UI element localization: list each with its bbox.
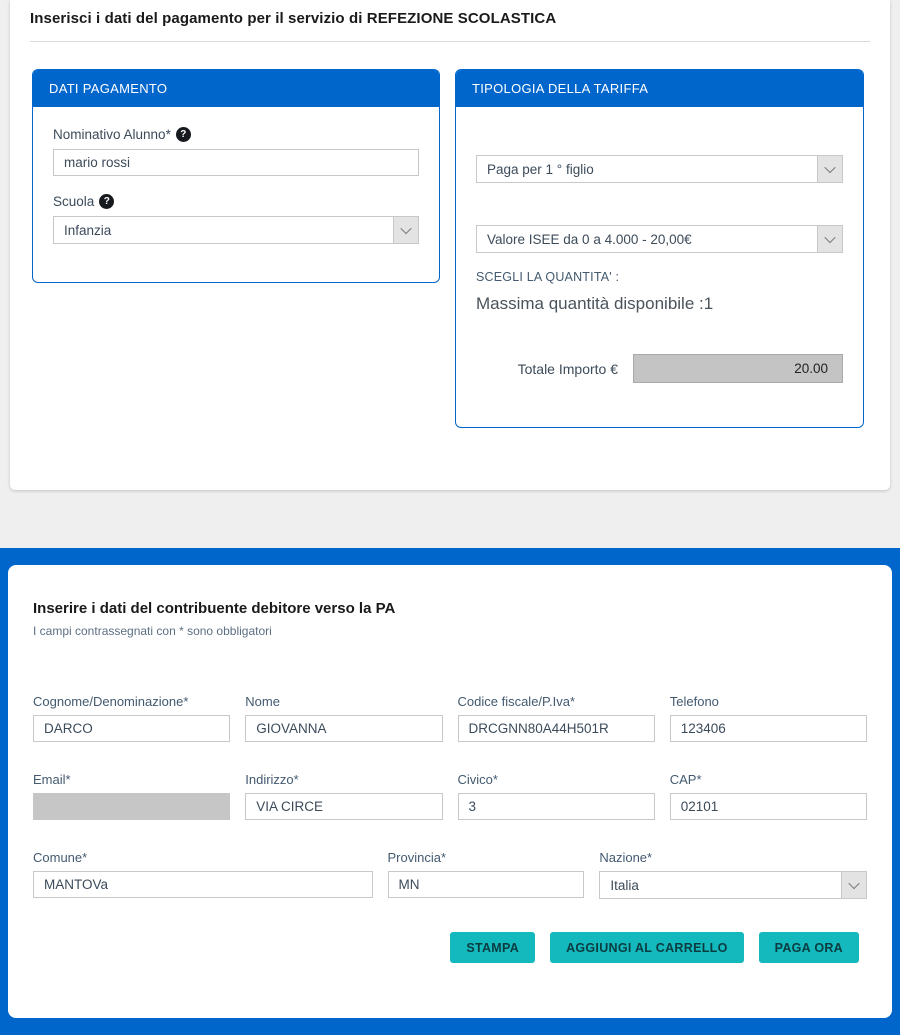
chevron-down-icon xyxy=(848,878,859,889)
codice-fiscale-field-group: Codice fiscale/P.Iva* xyxy=(458,694,655,742)
cap-label: CAP* xyxy=(670,772,867,787)
debtor-card: Inserire i dati del contribuente debitor… xyxy=(8,565,892,1018)
select-dropdown-button xyxy=(817,226,842,252)
nazione-select-value: Italia xyxy=(600,878,841,893)
cognome-field-group: Cognome/Denominazione* xyxy=(33,694,230,742)
indirizzo-input[interactable] xyxy=(245,793,442,820)
form-row-2: Email* Indirizzo* Civico* CAP* xyxy=(33,772,867,820)
tipologia-tariffa-header: TIPOLOGIA DELLA TARIFFA xyxy=(456,70,863,107)
help-icon[interactable]: ? xyxy=(176,127,191,142)
tipologia-tariffa-body: Paga per 1 ° figlio Valore ISEE da 0 a 4… xyxy=(456,107,863,403)
civico-input[interactable] xyxy=(458,793,655,820)
scuola-label-text: Scuola xyxy=(53,194,94,209)
cognome-label: Cognome/Denominazione* xyxy=(33,694,230,709)
figlio-select-value: Paga per 1 ° figlio xyxy=(477,162,817,177)
action-buttons-row: STAMPA AGGIUNGI AL CARRELLO PAGA ORA xyxy=(33,932,867,963)
dati-pagamento-body: Nominativo Alunno* ? Scuola ? Infanzia xyxy=(33,107,439,264)
telefono-label: Telefono xyxy=(670,694,867,709)
form-row-1: Cognome/Denominazione* Nome Codice fisca… xyxy=(33,694,867,742)
debtor-form: Cognome/Denominazione* Nome Codice fisca… xyxy=(25,694,875,963)
max-quantity-text: Massima quantità disponibile :1 xyxy=(476,294,843,314)
page-title: Inserisci i dati del pagamento per il se… xyxy=(30,10,870,27)
debtor-subtitle: I campi contrassegnati con * sono obblig… xyxy=(25,624,875,638)
scuola-select[interactable]: Infanzia xyxy=(53,216,419,244)
comune-field-group: Comune* xyxy=(33,850,373,899)
comune-label: Comune* xyxy=(33,850,373,865)
civico-label: Civico* xyxy=(458,772,655,787)
select-dropdown-button xyxy=(393,217,418,243)
comune-input[interactable] xyxy=(33,871,373,898)
form-row-3: Comune* Provincia* Nazione* Italia xyxy=(33,850,867,899)
email-input[interactable] xyxy=(33,793,230,820)
nazione-field-group: Nazione* Italia xyxy=(599,850,867,899)
provincia-field-group: Provincia* xyxy=(388,850,585,899)
quantity-label: SCEGLI LA QUANTITA' : xyxy=(476,270,843,284)
nazione-select[interactable]: Italia xyxy=(599,871,867,899)
help-icon[interactable]: ? xyxy=(99,194,114,209)
debtor-title: Inserire i dati del contribuente debitor… xyxy=(25,600,875,617)
nominativo-alunno-label-text: Nominativo Alunno* xyxy=(53,127,171,142)
chevron-down-icon xyxy=(824,232,835,243)
aggiungi-al-carrello-button[interactable]: AGGIUNGI AL CARRELLO xyxy=(550,932,744,963)
telefono-field-group: Telefono xyxy=(670,694,867,742)
chevron-down-icon xyxy=(824,162,835,173)
debtor-section: Inserire i dati del contribuente debitor… xyxy=(0,548,900,1035)
paga-ora-button[interactable]: PAGA ORA xyxy=(759,932,859,963)
select-dropdown-button xyxy=(817,156,842,182)
nome-field-group: Nome xyxy=(245,694,442,742)
total-row: Totale Importo € xyxy=(476,354,843,383)
chevron-down-icon xyxy=(400,223,411,234)
indirizzo-field-group: Indirizzo* xyxy=(245,772,442,820)
telefono-input[interactable] xyxy=(670,715,867,742)
cap-field-group: CAP* xyxy=(670,772,867,820)
tipologia-tariffa-panel: TIPOLOGIA DELLA TARIFFA Paga per 1 ° fig… xyxy=(455,69,864,428)
email-label: Email* xyxy=(33,772,230,787)
provincia-input[interactable] xyxy=(388,871,585,898)
nome-input[interactable] xyxy=(245,715,442,742)
codice-fiscale-input[interactable] xyxy=(458,715,655,742)
codice-fiscale-label: Codice fiscale/P.Iva* xyxy=(458,694,655,709)
nominativo-alunno-input[interactable] xyxy=(53,149,419,176)
total-import-readonly-input xyxy=(633,354,843,383)
isee-select[interactable]: Valore ISEE da 0 a 4.000 - 20,00€ xyxy=(476,225,843,253)
cap-input[interactable] xyxy=(670,793,867,820)
nazione-label: Nazione* xyxy=(599,850,867,865)
scuola-label: Scuola ? xyxy=(53,194,419,209)
panels-row: DATI PAGAMENTO Nominativo Alunno* ? Scuo… xyxy=(10,42,890,428)
nome-label: Nome xyxy=(245,694,442,709)
isee-select-value: Valore ISEE da 0 a 4.000 - 20,00€ xyxy=(477,232,817,247)
total-import-label: Totale Importo € xyxy=(518,361,618,377)
figlio-select[interactable]: Paga per 1 ° figlio xyxy=(476,155,843,183)
dati-pagamento-header: DATI PAGAMENTO xyxy=(33,70,439,107)
civico-field-group: Civico* xyxy=(458,772,655,820)
nominativo-alunno-label: Nominativo Alunno* ? xyxy=(53,127,419,142)
cognome-input[interactable] xyxy=(33,715,230,742)
payment-entry-card: Inserisci i dati del pagamento per il se… xyxy=(10,0,890,490)
dati-pagamento-panel: DATI PAGAMENTO Nominativo Alunno* ? Scuo… xyxy=(32,69,440,283)
stampa-button[interactable]: STAMPA xyxy=(450,932,535,963)
select-dropdown-button xyxy=(841,872,866,898)
scuola-select-value: Infanzia xyxy=(54,223,393,238)
provincia-label: Provincia* xyxy=(388,850,585,865)
email-field-group: Email* xyxy=(33,772,230,820)
indirizzo-label: Indirizzo* xyxy=(245,772,442,787)
